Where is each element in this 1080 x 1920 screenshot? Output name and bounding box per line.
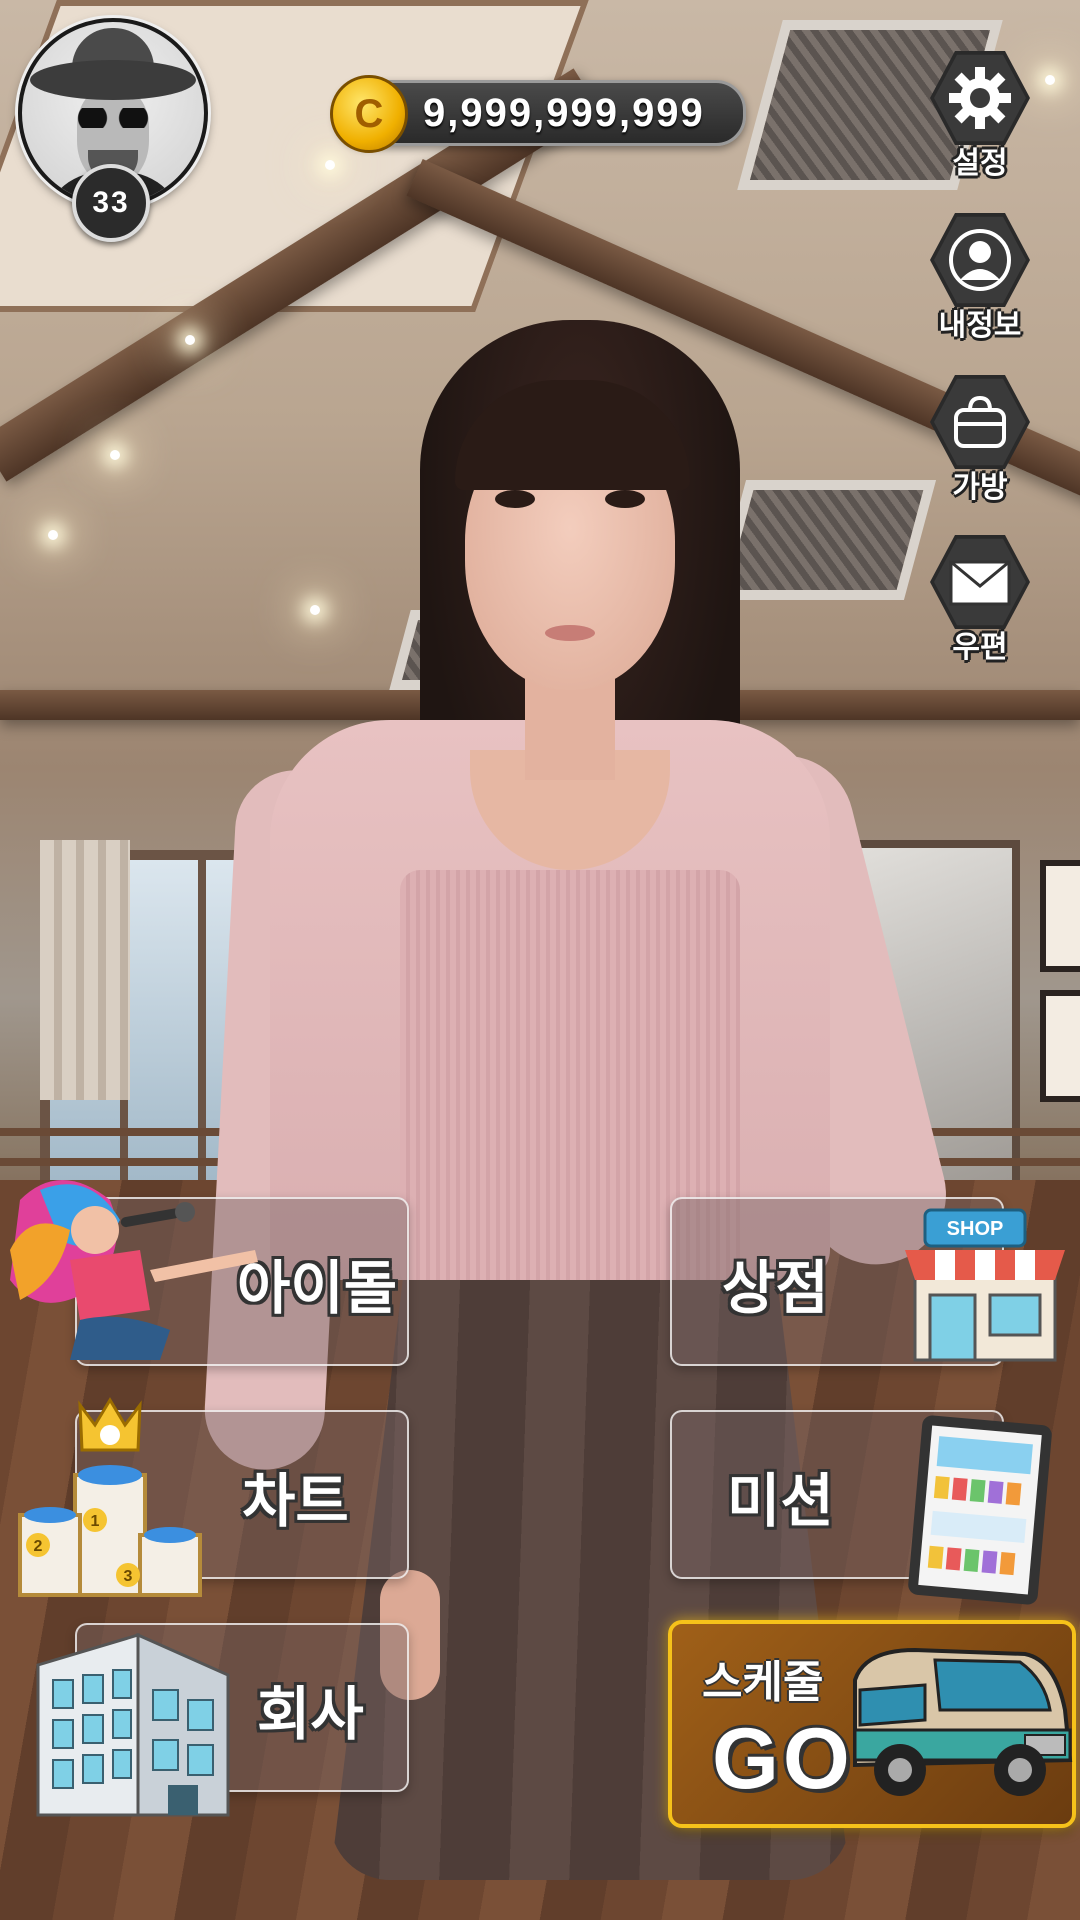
- light-sparkle: [1045, 75, 1055, 85]
- bag-button[interactable]: 가방: [925, 372, 1035, 505]
- mail-icon: [949, 560, 1011, 606]
- curtain: [40, 840, 130, 1100]
- mission-label: 미션: [727, 1467, 834, 1535]
- wall-picture: [1040, 990, 1080, 1102]
- mail-button[interactable]: 우편: [925, 532, 1035, 665]
- mission-tablet-icon: [908, 1415, 1052, 1605]
- van-icon: [853, 1647, 1073, 1796]
- podium-third-place: 3: [124, 1568, 133, 1585]
- light-sparkle: [185, 335, 195, 345]
- character-eye: [495, 490, 535, 508]
- podium-first-place: 1: [91, 1513, 100, 1530]
- settings-button[interactable]: 설정: [925, 48, 1035, 181]
- podium-trophy-icon: 1 2 3: [18, 1397, 202, 1597]
- singer-illustration-icon: [10, 1180, 258, 1360]
- bag-icon: [954, 395, 1006, 448]
- sunglasses-icon: [72, 108, 154, 128]
- light-sparkle: [110, 450, 120, 460]
- coin-icon: C: [330, 75, 408, 153]
- light-sparkle: [48, 530, 58, 540]
- schedule-go-label: GO: [712, 1711, 854, 1807]
- shop-store-icon: SHOP: [905, 1208, 1065, 1362]
- shop-sign-text: SHOP: [947, 1218, 1004, 1240]
- my-info-button[interactable]: 내정보: [925, 210, 1035, 343]
- chart-label: 차트: [242, 1467, 349, 1535]
- podium-second-place: 2: [34, 1538, 43, 1555]
- character-lips: [545, 625, 595, 641]
- coin-balance[interactable]: C 9,999,999,999: [330, 75, 746, 153]
- company-building-icon: [36, 1632, 230, 1817]
- coin-amount: 9,999,999,999: [423, 91, 705, 135]
- company-label: 회사: [257, 1680, 364, 1748]
- profile-icon: [949, 229, 1011, 291]
- gear-icon: [949, 67, 1011, 129]
- schedule-title: 스케줄: [702, 1657, 824, 1708]
- player-level-badge: 33: [72, 164, 150, 242]
- light-sparkle: [325, 160, 335, 170]
- wall-picture: [1040, 860, 1080, 972]
- shop-label: 상점: [722, 1254, 829, 1322]
- character-eye: [605, 490, 645, 508]
